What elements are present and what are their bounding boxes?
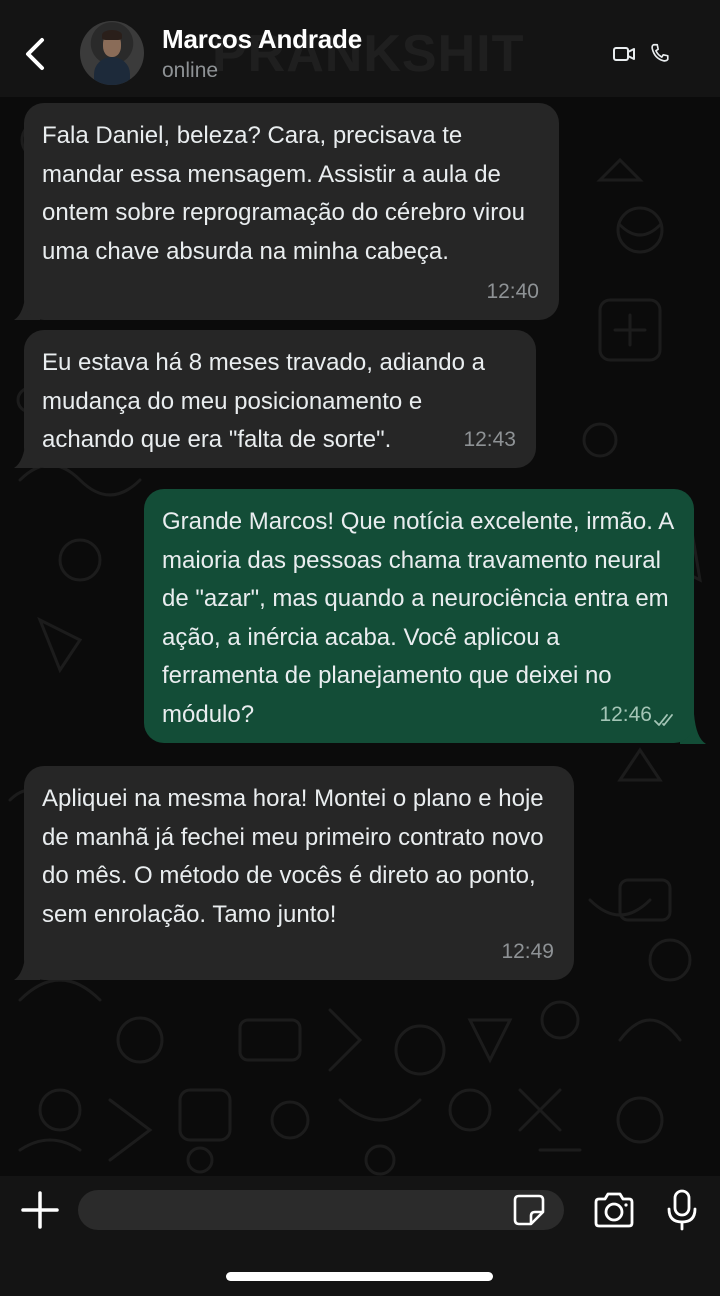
- message-bubble-incoming[interactable]: Apliquei na mesma hora! Montei o plano e…: [24, 766, 574, 980]
- message-bubble-outgoing[interactable]: Grande Marcos! Que notícia excelente, ir…: [144, 489, 694, 743]
- message-time: 12:40: [486, 279, 539, 303]
- message-bubble-incoming[interactable]: Eu estava há 8 meses travado, adiando a …: [24, 330, 536, 468]
- back-arrow-icon[interactable]: [20, 34, 50, 74]
- contact-status: online: [162, 59, 219, 82]
- avatar[interactable]: [80, 21, 144, 85]
- message-text: Fala Daniel, beleza? Cara, precisava te …: [42, 122, 525, 265]
- message-time: 12:43: [463, 427, 516, 451]
- camera-icon[interactable]: [592, 1190, 636, 1230]
- double-check-icon: [654, 714, 673, 726]
- plus-icon[interactable]: [20, 1190, 60, 1230]
- home-indicator[interactable]: [226, 1272, 493, 1281]
- microphone-icon[interactable]: [664, 1188, 700, 1232]
- message-input[interactable]: [78, 1190, 564, 1230]
- video-call-icon[interactable]: [612, 42, 636, 66]
- message-bubble-incoming[interactable]: Fala Daniel, beleza? Cara, precisava te …: [24, 103, 559, 320]
- message-time: 12:46: [599, 702, 652, 726]
- message-text: Apliquei na mesma hora! Montei o plano e…: [42, 785, 544, 928]
- phone-icon[interactable]: [649, 41, 671, 65]
- message-time: 12:49: [501, 939, 554, 963]
- message-text: Eu estava há 8 meses travado, adiando a …: [42, 349, 485, 453]
- sticker-icon[interactable]: [511, 1192, 547, 1228]
- watermark-top: PRANKSHIT: [212, 25, 525, 83]
